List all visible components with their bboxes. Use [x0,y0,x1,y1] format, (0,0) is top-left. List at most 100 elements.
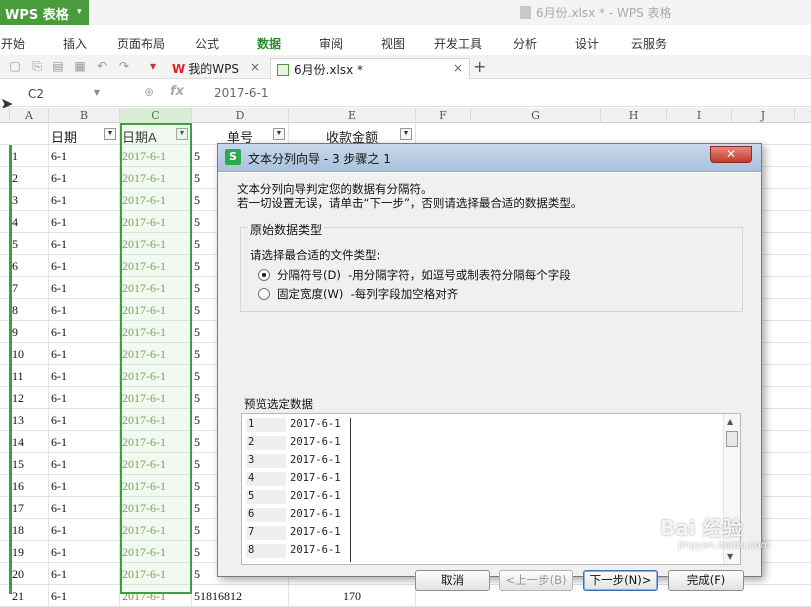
menu-formulas[interactable]: 公式 [195,35,219,52]
cell[interactable]: 8 [10,299,49,321]
cell[interactable]: 2017-6-1 [120,519,192,541]
cell[interactable]: 6-1 [49,299,120,321]
cell[interactable]: 2017-6-1 [120,585,192,607]
app-menu-button[interactable]: WPS 表格 ▾ [0,0,89,25]
back-button[interactable]: <上一步(B) [499,570,573,591]
close-icon[interactable]: × [453,61,463,75]
scroll-thumb[interactable] [726,431,738,447]
preview-pane[interactable]: 1 2017-6-1 2 2017-6-1 3 2017-6-1 4 2017-6-1 5 201… [241,413,741,565]
scroll-down-icon[interactable]: ▼ [727,552,733,561]
cell[interactable] [10,123,49,145]
menu-data[interactable]: 数据 [257,35,281,52]
cell[interactable]: 10 [10,343,49,365]
column-header-h[interactable]: H [601,108,667,123]
select-all-corner[interactable] [0,108,10,123]
new-tab-button[interactable]: + [473,57,486,76]
cell[interactable]: 6-1 [49,497,120,519]
header-cell-date[interactable]: 日期 ▼ [49,123,120,145]
header-cell-order-no[interactable]: 单号 ▼ [192,123,289,145]
cell[interactable]: 13 [10,409,49,431]
header-cell-date-a[interactable]: 日期A ▼ [120,123,192,145]
cell[interactable]: 6-1 [49,453,120,475]
cell[interactable]: 11 [10,365,49,387]
cell[interactable]: 17 [10,497,49,519]
cell[interactable]: 2017-6-1 [120,343,192,365]
print-icon[interactable]: ▤ [51,59,65,73]
scroll-up-icon[interactable]: ▲ [727,417,733,426]
customize-icon[interactable]: ▾ [146,59,160,73]
cell[interactable]: 6-1 [49,409,120,431]
cell[interactable]: 2017-6-1 [120,167,192,189]
cell[interactable]: 20 [10,563,49,585]
tab-file[interactable]: 6月份.xlsx * × [270,58,470,79]
column-header-g[interactable]: G [471,108,601,123]
column-header-e[interactable]: E [289,108,416,123]
cell[interactable]: 170 [289,585,416,607]
cell[interactable]: 6-1 [49,255,120,277]
cell[interactable]: 6-1 [49,189,120,211]
column-header-c[interactable]: C [120,108,192,123]
cell[interactable]: 2017-6-1 [120,365,192,387]
radio-button[interactable] [258,269,270,281]
name-box[interactable]: C2 ▼ [14,85,104,104]
cell[interactable]: 2017-6-1 [120,431,192,453]
menu-analyze[interactable]: 分析 [513,35,537,52]
cell[interactable]: 2 [10,167,49,189]
cell[interactable]: 2017-6-1 [120,255,192,277]
radio-button[interactable] [258,288,270,300]
cell[interactable]: 1 [10,145,49,167]
undo-icon[interactable]: ↶ [95,59,109,73]
menu-developer[interactable]: 开发工具 [434,35,482,52]
cell[interactable]: 2017-6-1 [120,497,192,519]
menu-cloud[interactable]: 云服务 [631,35,667,52]
cell[interactable]: 2017-6-1 [120,145,192,167]
column-header-d[interactable]: D [192,108,289,123]
cell[interactable]: 51816812 [192,585,289,607]
cell[interactable]: 18 [10,519,49,541]
save-icon[interactable]: ▢ [8,59,22,73]
cell[interactable]: 6-1 [49,365,120,387]
cell[interactable]: 6-1 [49,145,120,167]
menu-insert[interactable]: 插入 [63,35,87,52]
cell[interactable]: 7 [10,277,49,299]
cell[interactable]: 2017-6-1 [120,321,192,343]
cell[interactable]: 2017-6-1 [120,387,192,409]
cell[interactable]: 6-1 [49,167,120,189]
insert-function-button[interactable]: fx [170,84,184,99]
cell[interactable]: 2017-6-1 [120,541,192,563]
cell[interactable]: 6-1 [49,343,120,365]
cell[interactable]: 2017-6-1 [120,475,192,497]
cell[interactable]: 16 [10,475,49,497]
cell[interactable]: 2017-6-1 [120,563,192,585]
formula-input[interactable]: 2017-6-1 [214,86,268,100]
cell[interactable]: 6-1 [49,211,120,233]
cell[interactable]: 6-1 [49,431,120,453]
cell[interactable]: 9 [10,321,49,343]
cell[interactable]: 2017-6-1 [120,277,192,299]
radio-delimited[interactable]: 分隔符号(D) -用分隔字符，如逗号或制表符分隔每个字段 [258,267,571,283]
close-button[interactable]: ✕ [710,146,752,163]
cell[interactable]: 2017-6-1 [120,189,192,211]
cell[interactable]: 2017-6-1 [120,299,192,321]
cell[interactable]: 15 [10,453,49,475]
cell[interactable]: 6-1 [49,277,120,299]
filter-dropdown-icon[interactable]: ▼ [176,128,188,140]
cell[interactable]: 6-1 [49,563,120,585]
cell[interactable]: 4 [10,211,49,233]
cell[interactable]: 6-1 [49,387,120,409]
cell[interactable]: 6-1 [49,233,120,255]
menu-home[interactable]: 开始 [1,35,25,52]
header-cell-amount[interactable]: 收款金额 ▼ [289,123,416,145]
filter-dropdown-icon[interactable]: ▼ [273,128,285,140]
export-icon[interactable]: ⎘ [30,59,44,73]
column-header-a[interactable]: A [10,108,49,123]
menu-page-layout[interactable]: 页面布局 [117,35,165,52]
tab-my-wps[interactable]: W 我的WPS × [166,58,266,79]
redo-icon[interactable]: ↷ [117,59,131,73]
column-header-j[interactable]: J [732,108,795,123]
cell[interactable]: 6-1 [49,585,120,607]
radio-fixed-width[interactable]: 固定宽度(W) -每列字段加空格对齐 [258,286,458,302]
cell[interactable]: 6-1 [49,519,120,541]
cell[interactable]: 2017-6-1 [120,453,192,475]
column-header-f[interactable]: F [416,108,471,123]
